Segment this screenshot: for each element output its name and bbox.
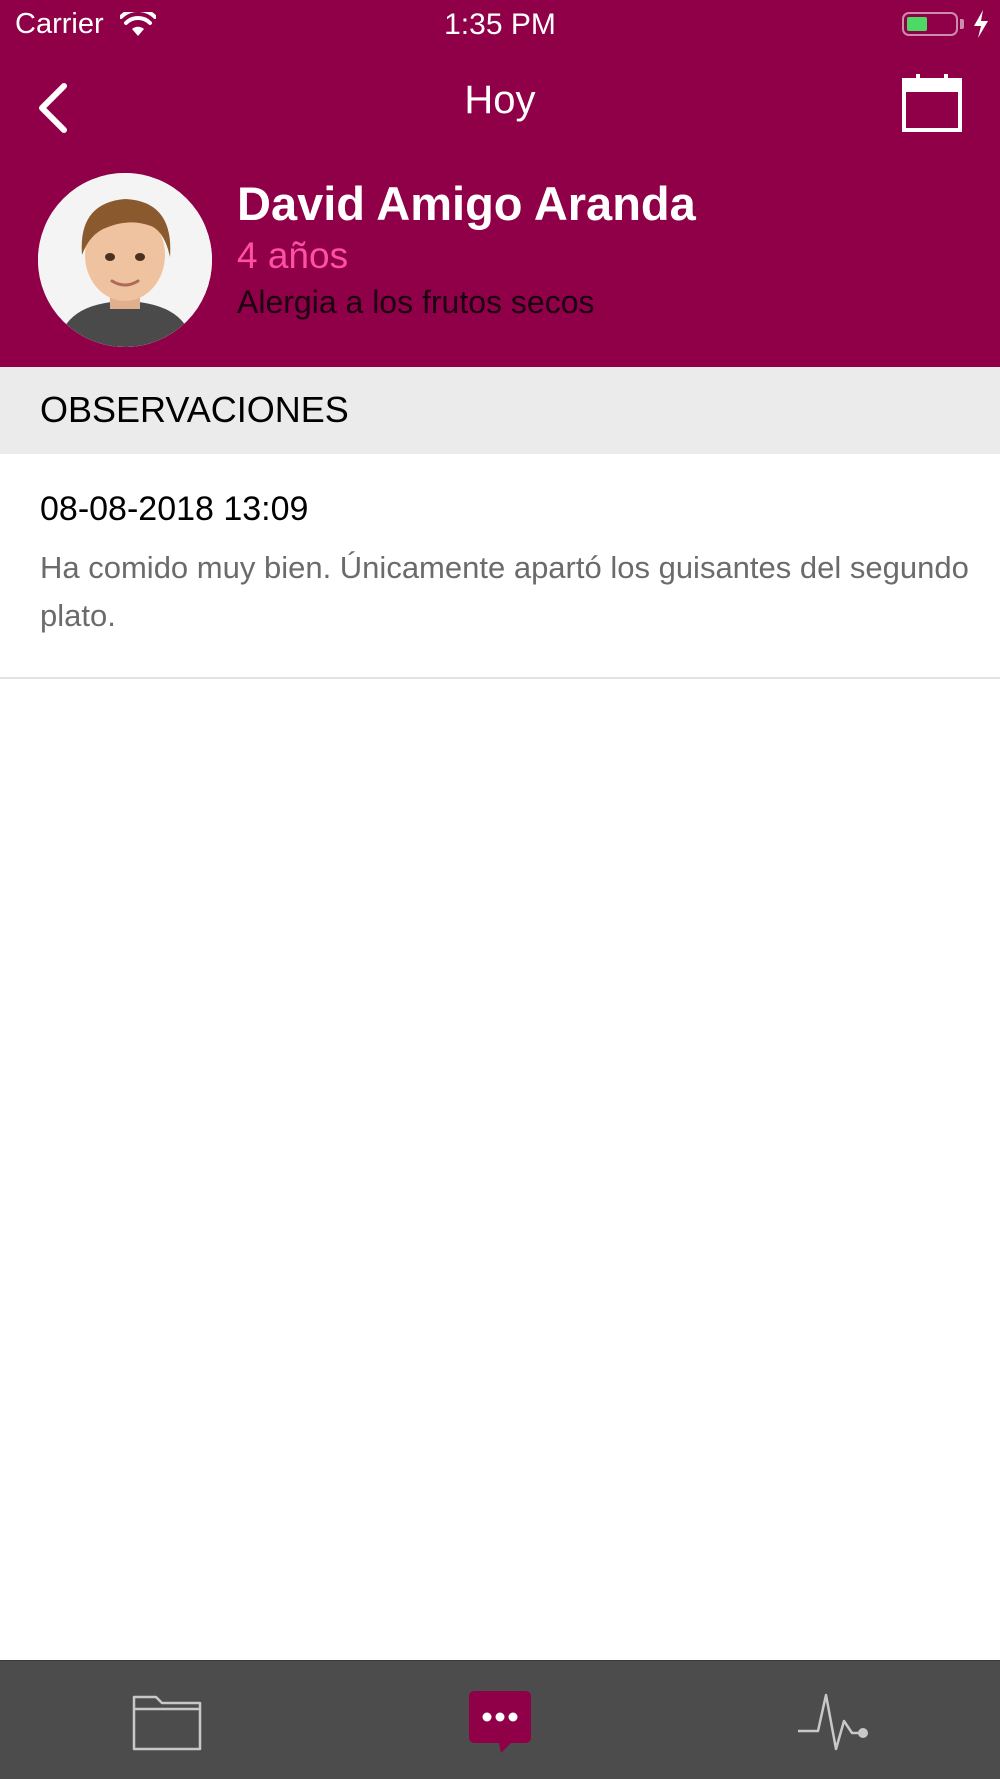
child-photo <box>38 173 212 347</box>
chat-bubble-icon <box>469 1691 531 1753</box>
section-title: OBSERVACIONES <box>40 389 349 430</box>
profile-header: Carrier 1:35 PM Hoy David Amigo Aranda 4… <box>0 0 1000 367</box>
status-bar: Carrier 1:35 PM <box>0 0 1000 50</box>
child-age: 4 años <box>237 235 349 276</box>
folder-icon <box>132 1695 202 1751</box>
charging-icon <box>974 10 988 38</box>
observation-datetime: 08-08-2018 13:09 <box>40 490 309 528</box>
battery-icon <box>902 12 958 36</box>
clock: 1:35 PM <box>444 8 556 41</box>
avatar <box>38 173 212 347</box>
tab-activity[interactable] <box>666 1661 999 1779</box>
list-item[interactable]: 08-08-2018 13:09 Ha comido muy bien. Úni… <box>0 454 1000 679</box>
section-header: OBSERVACIONES <box>0 367 1000 454</box>
tab-bar <box>0 1660 1000 1779</box>
observation-text: Ha comido muy bien. Únicamente apartó lo… <box>40 550 969 633</box>
calendar-icon[interactable] <box>902 74 962 132</box>
page-title: Hoy <box>464 78 536 122</box>
allergy-note: Alergia a los frutos secos <box>237 284 595 320</box>
tab-observations[interactable] <box>333 1661 666 1779</box>
pulse-icon <box>798 1693 868 1751</box>
tab-documents[interactable] <box>0 1661 333 1779</box>
child-name: David Amigo Aranda <box>237 177 696 230</box>
